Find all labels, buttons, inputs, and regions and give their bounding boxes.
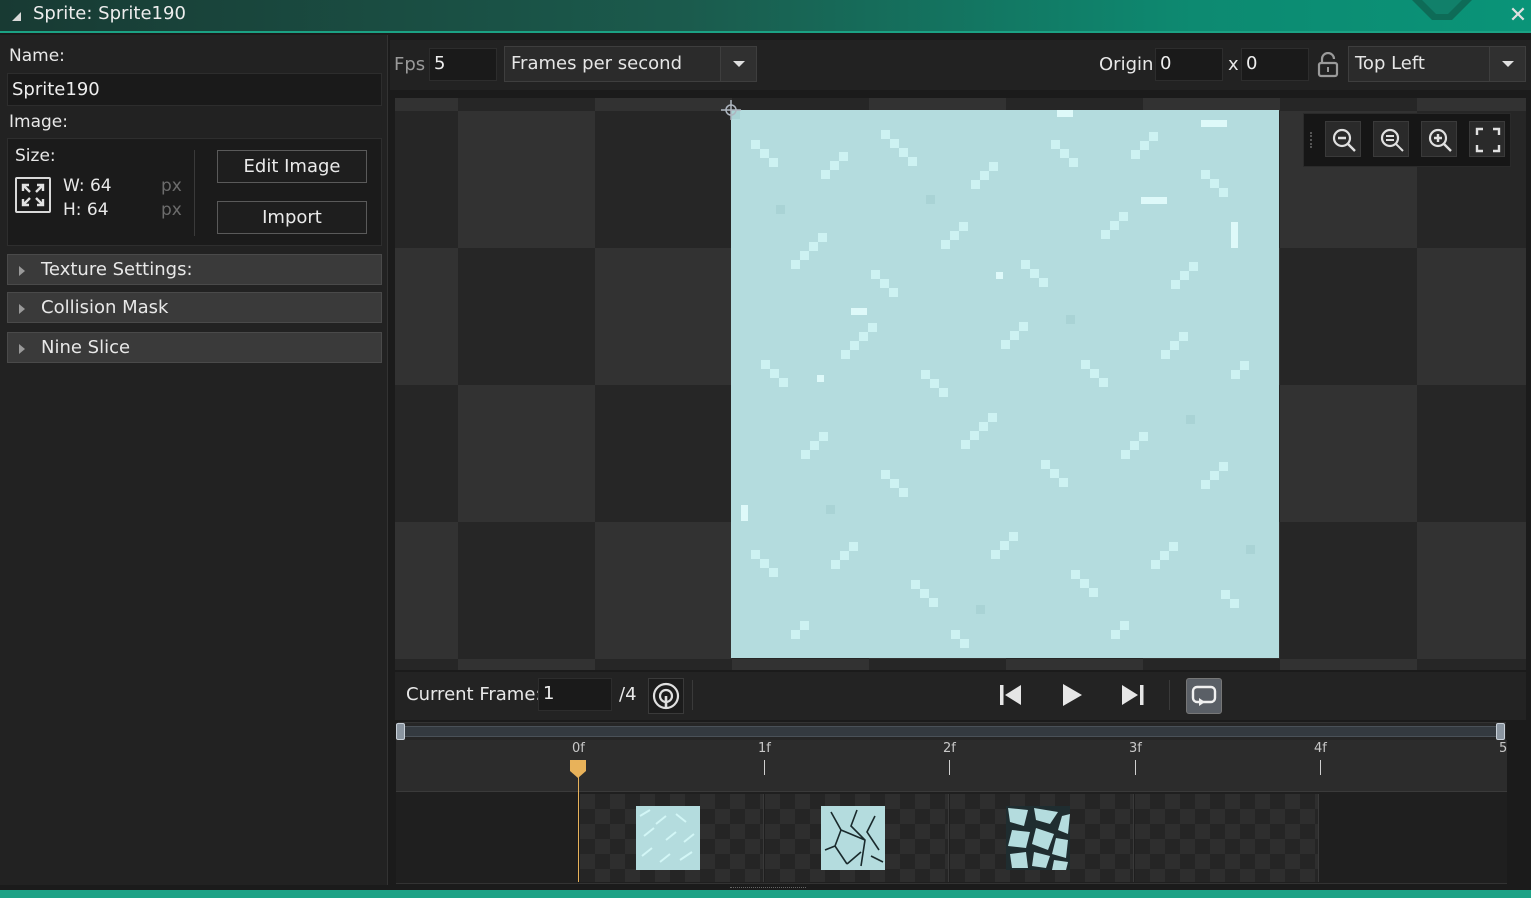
image-label: Image: (9, 112, 68, 132)
titlebar-notch-decoration (1412, 0, 1472, 20)
fps-mode-select[interactable]: Frames per second (504, 46, 757, 82)
import-button[interactable]: Import (217, 201, 367, 234)
loop-icon (1191, 685, 1217, 706)
fps-input[interactable]: 5 (429, 48, 497, 81)
window-title: Sprite: Sprite190 (33, 3, 186, 24)
frame-thumbnail (1006, 806, 1070, 870)
zoom-toolbar (1303, 113, 1511, 167)
tick-label: 5 (1499, 741, 1507, 756)
tick-mark (949, 760, 950, 775)
section-label: Collision Mask (41, 297, 169, 318)
divider (1169, 680, 1170, 710)
playhead-line (578, 760, 579, 882)
origin-preset-value: Top Left (1355, 53, 1425, 74)
frame-thumbnail (636, 806, 700, 870)
section-nine-slice[interactable]: Nine Slice (7, 332, 382, 363)
tick-label: 3f (1129, 741, 1142, 756)
expand-icon (19, 304, 25, 314)
playhead-handle[interactable] (570, 760, 586, 778)
window-bottom-border (0, 887, 1531, 898)
name-label: Name: (9, 46, 65, 66)
range-end-handle[interactable] (1496, 723, 1505, 740)
expand-icon (19, 344, 25, 354)
last-frame-icon[interactable] (1119, 681, 1147, 709)
onion-skin-button[interactable] (648, 678, 684, 714)
first-frame-icon[interactable] (997, 681, 1025, 709)
chevron-down-icon[interactable] (1489, 47, 1525, 81)
frames-strip (396, 792, 1507, 884)
section-label: Nine Slice (41, 337, 131, 358)
sprite-frame-image (731, 110, 1279, 658)
sprite-canvas[interactable] (395, 98, 1526, 670)
width-value: W: 64 (63, 176, 112, 196)
timeline-range-track[interactable] (396, 722, 1506, 740)
fps-label: Fps (394, 54, 426, 75)
timeline-ruler[interactable]: 0f 1f 2f 3f 4f 5 (396, 740, 1507, 792)
origin-y-input[interactable]: 0 (1241, 48, 1309, 81)
zoom-reset-icon[interactable] (1373, 121, 1409, 157)
collapse-icon[interactable] (12, 12, 21, 21)
tick-label: 4f (1314, 741, 1327, 756)
frame-cell[interactable] (580, 794, 764, 882)
origin-label: Origin (1099, 54, 1154, 75)
section-label: Texture Settings: (41, 259, 193, 280)
tick-mark (764, 760, 765, 775)
size-label: Size: (15, 146, 56, 166)
origin-separator: x (1228, 54, 1239, 75)
lock-icon[interactable] (1317, 52, 1339, 78)
play-icon[interactable] (1058, 681, 1086, 709)
height-value: H: 64 (63, 200, 109, 220)
origin-preset-select[interactable]: Top Left (1348, 46, 1526, 82)
tick-mark (1320, 760, 1321, 775)
ice-texture (731, 110, 1255, 648)
resize-grip[interactable] (730, 887, 806, 889)
divider (194, 150, 195, 236)
loop-toggle-button[interactable] (1186, 678, 1222, 714)
current-frame-label: Current Frame: (406, 684, 542, 705)
section-texture-settings[interactable]: Texture Settings: (7, 254, 382, 285)
current-frame-input[interactable]: 1 (538, 678, 612, 711)
frame-cell[interactable] (765, 794, 949, 882)
tick-mark (1135, 760, 1136, 775)
width-unit: px (161, 176, 182, 196)
timeline-range-bar[interactable] (402, 726, 1502, 737)
close-icon[interactable]: ✕ (1505, 3, 1531, 29)
zoom-in-icon[interactable] (1421, 121, 1457, 157)
fps-mode-value: Frames per second (511, 53, 682, 74)
fit-screen-icon[interactable] (1469, 121, 1505, 157)
tick-label: 2f (943, 741, 956, 756)
expand-icon (19, 266, 25, 276)
frame-thumbnail (821, 806, 885, 870)
total-frames-label: /4 (619, 684, 637, 705)
edit-image-button[interactable]: Edit Image (217, 150, 367, 183)
tick-label: 1f (758, 741, 771, 756)
onion-skin-icon (652, 682, 680, 710)
zoom-out-icon[interactable] (1325, 121, 1361, 157)
window-titlebar: Sprite: Sprite190 ✕ (0, 0, 1531, 33)
origin-crosshair-icon[interactable] (721, 100, 741, 120)
name-input[interactable]: Sprite190 (7, 73, 382, 106)
range-start-handle[interactable] (396, 723, 405, 740)
frame-cell-empty[interactable] (1135, 794, 1319, 882)
drag-handle[interactable] (1310, 132, 1314, 148)
section-collision-mask[interactable]: Collision Mask (7, 292, 382, 323)
frame-cell[interactable] (950, 794, 1134, 882)
height-unit: px (161, 200, 182, 220)
chevron-down-icon[interactable] (720, 47, 756, 81)
tick-label: 0f (572, 741, 585, 756)
resize-icon[interactable] (15, 177, 51, 213)
origin-x-input[interactable]: 0 (1155, 48, 1223, 81)
divider (692, 680, 693, 710)
